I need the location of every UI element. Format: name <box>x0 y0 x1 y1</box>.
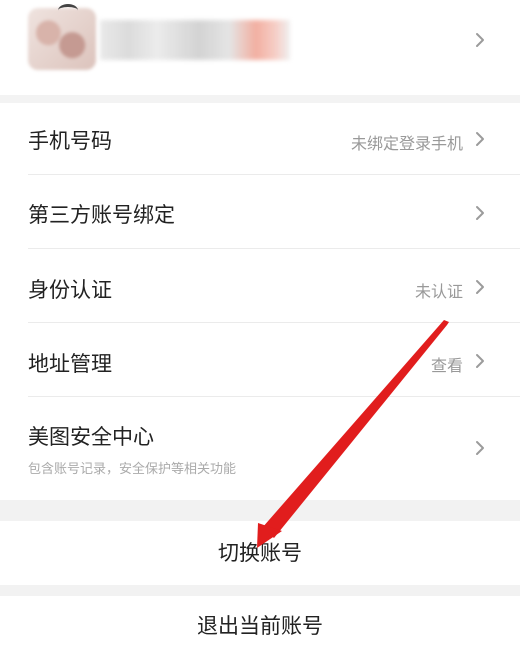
avatar-decoration <box>58 4 78 17</box>
menu-item-identity-verification[interactable]: 身份认证 未认证 <box>0 249 520 323</box>
menu-item-label: 地址管理 <box>28 352 112 376</box>
switch-account-label: 切换账号 <box>218 541 302 565</box>
menu-item-value: 查看 <box>430 356 463 375</box>
chevron-right-icon <box>473 352 487 370</box>
menu-item-address-management[interactable]: 地址管理 查看 <box>0 323 520 397</box>
menu-item-label: 第三方账号绑定 <box>28 203 175 227</box>
section-divider <box>0 95 520 103</box>
section-gap <box>0 500 520 521</box>
menu-item-value: 未绑定登录手机 <box>350 134 463 153</box>
menu-item-value: 未认证 <box>414 282 463 301</box>
logout-label: 退出当前账号 <box>197 614 323 638</box>
chevron-right-icon <box>473 204 487 222</box>
menu-item-description: 包含账号记录，安全保护等相关功能 <box>28 462 237 477</box>
user-avatar-icon <box>28 8 96 70</box>
menu-item-label: 美图安全中心 <box>28 425 154 449</box>
chevron-right-icon <box>473 130 487 148</box>
logout-button[interactable]: 退出当前账号 <box>0 596 520 648</box>
chevron-right-icon <box>473 31 487 49</box>
chevron-right-icon <box>473 278 487 296</box>
account-settings-page: 手机号码 未绑定登录手机 第三方账号绑定 身份认证 未认证 地址管理 查看 美图… <box>0 0 520 648</box>
switch-account-button[interactable]: 切换账号 <box>0 521 520 585</box>
profile-row[interactable] <box>0 0 520 95</box>
menu-item-label: 身份认证 <box>28 278 112 302</box>
menu-item-third-party-binding[interactable]: 第三方账号绑定 <box>0 175 520 249</box>
menu-item-phone-number[interactable]: 手机号码 未绑定登录手机 <box>0 103 520 175</box>
blurred-nickname <box>100 20 290 60</box>
menu-item-meitu-security-center[interactable]: 美图安全中心 包含账号记录，安全保护等相关功能 <box>0 397 520 500</box>
chevron-right-icon <box>473 439 487 457</box>
section-gap <box>0 585 520 596</box>
menu-item-label: 手机号码 <box>28 129 112 153</box>
